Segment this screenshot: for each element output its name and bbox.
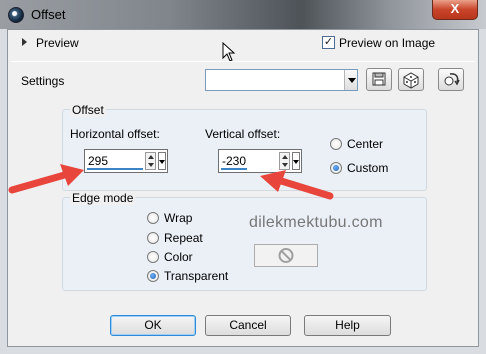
vertical-offset-dropdown[interactable] <box>292 152 300 170</box>
edge-color-swatch <box>254 244 318 267</box>
help-button[interactable]: Help <box>304 315 391 336</box>
preview-on-image-label: Preview on Image <box>339 36 436 50</box>
expand-arrow-icon[interactable] <box>22 38 27 46</box>
annotation-arrow-icon <box>8 164 84 194</box>
randomize-button[interactable] <box>398 68 424 91</box>
randomize-dice-icon <box>403 72 419 89</box>
close-button[interactable]: X <box>432 0 478 20</box>
reset-button[interactable] <box>438 68 464 91</box>
save-preset-icon <box>372 72 386 86</box>
horizontal-offset-spinner[interactable] <box>145 152 156 170</box>
window-title: Offset <box>31 7 66 22</box>
preview-label[interactable]: Preview <box>36 36 79 50</box>
vertical-offset-value: -230 <box>222 154 247 168</box>
offset-group-label: Offset <box>70 103 106 117</box>
app-logo-icon <box>8 7 24 23</box>
ok-button[interactable]: OK <box>110 315 196 336</box>
wrap-label: Wrap <box>164 211 193 225</box>
edge-mode-group <box>62 197 427 291</box>
repeat-radio[interactable] <box>147 232 159 244</box>
cancel-button[interactable]: Cancel <box>205 315 291 336</box>
reset-icon <box>444 73 460 86</box>
divider <box>11 61 475 62</box>
settings-label: Settings <box>21 74 65 88</box>
vertical-offset-label: Vertical offset: <box>205 127 281 141</box>
transparent-radio[interactable] <box>147 270 159 282</box>
color-radio[interactable] <box>147 251 159 263</box>
transparent-label: Transparent <box>164 269 229 283</box>
watermark-text: dilekmektubu.com <box>249 214 383 231</box>
value-slider-track[interactable] <box>221 168 247 170</box>
vertical-offset-spinner[interactable] <box>279 152 290 170</box>
wrap-radio[interactable] <box>147 212 159 224</box>
repeat-label: Repeat <box>164 231 203 245</box>
presets-dropdown[interactable] <box>205 69 358 91</box>
horizontal-offset-dropdown[interactable] <box>158 152 166 170</box>
disabled-icon <box>278 248 294 263</box>
chevron-down-icon[interactable] <box>344 70 357 90</box>
center-label: Center <box>347 137 384 151</box>
preview-on-image-checkbox[interactable]: ✓ <box>322 36 335 49</box>
dialog-body: Preview ✓ Preview on Image Settings Offs… <box>7 29 479 347</box>
annotation-arrow-icon <box>260 170 334 200</box>
title-bar: Offset X <box>0 0 486 29</box>
color-label: Color <box>164 250 193 264</box>
custom-label: Custom <box>347 161 389 175</box>
save-preset-button[interactable] <box>366 68 392 91</box>
horizontal-offset-label: Horizontal offset: <box>70 127 160 141</box>
center-radio[interactable] <box>330 138 342 150</box>
